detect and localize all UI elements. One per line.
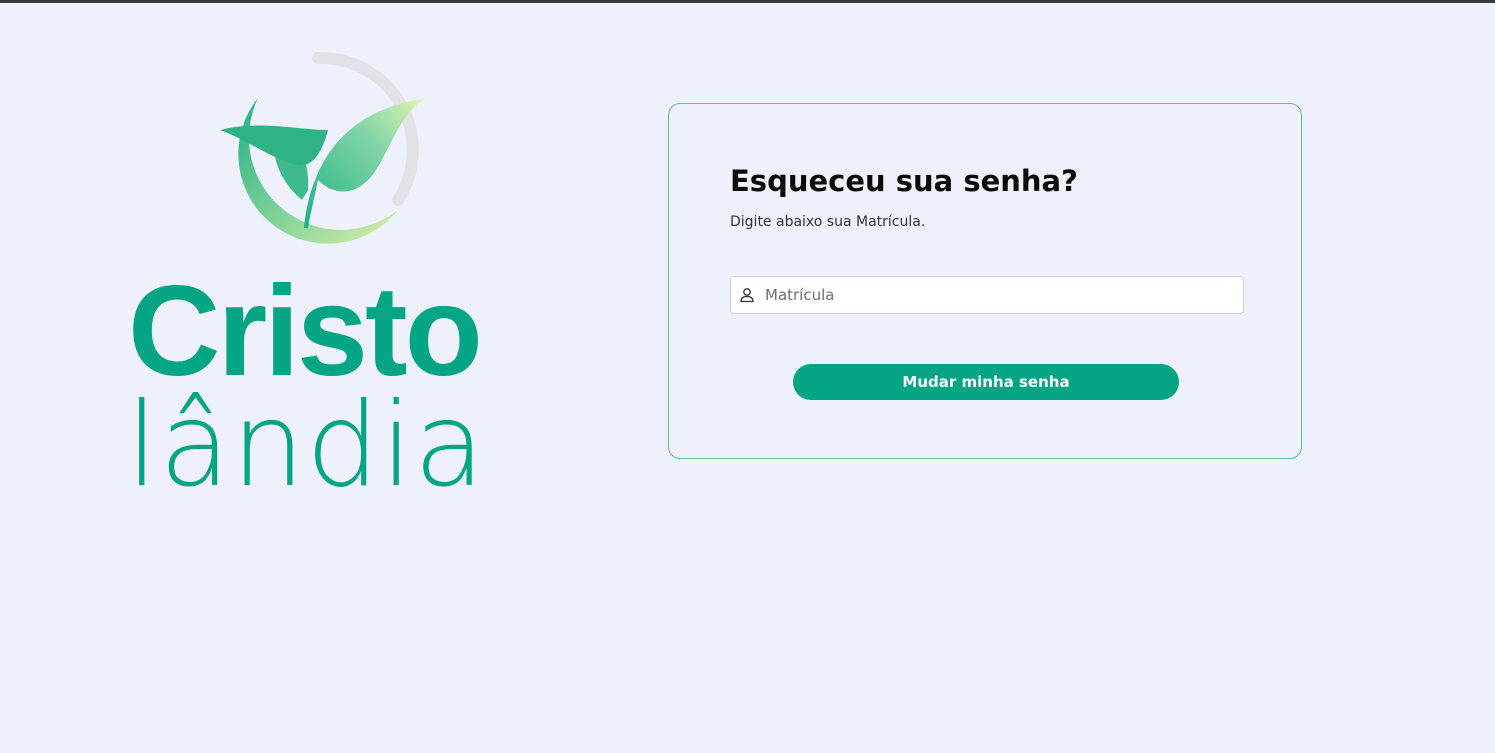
change-password-button[interactable]: Mudar minha senha [793, 364, 1179, 400]
page-title: Esqueceu sua senha? [730, 164, 1078, 198]
leaf-emblem-icon [220, 51, 428, 244]
forgot-password-card: Esqueceu sua senha? Digite abaixo sua Ma… [668, 103, 1302, 459]
user-icon [740, 288, 754, 303]
page-subtitle: Digite abaixo sua Matrícula. [730, 214, 926, 230]
logo-word-landia: lândia [126, 378, 486, 513]
matricula-field[interactable] [730, 276, 1244, 314]
matricula-input[interactable] [765, 277, 1235, 313]
logo-word-cristo: Cristo [128, 260, 483, 403]
cristolandia-logo: Cristo lândia [110, 50, 550, 520]
browser-top-edge [0, 0, 1495, 3]
